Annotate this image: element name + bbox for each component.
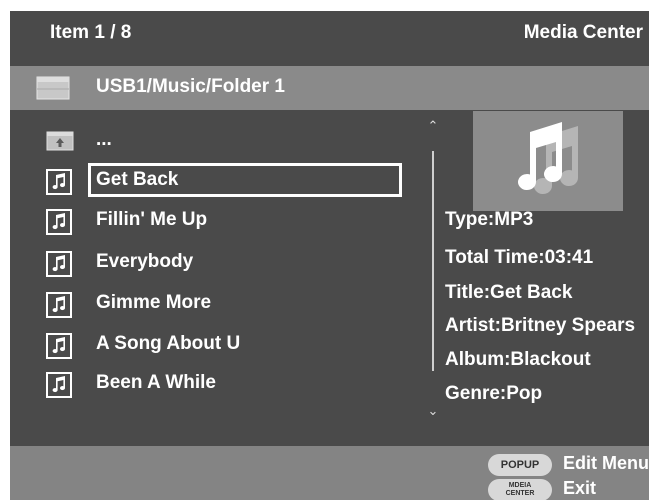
list-item-label: Gimme More (96, 292, 212, 313)
music-note-icon (46, 372, 72, 398)
album-art-placeholder (473, 111, 623, 211)
detail-total-time: Total Time:03:41 (445, 247, 594, 268)
list-item[interactable]: Fillin' Me Up (10, 201, 420, 241)
list-item-label: Fillin' Me Up (96, 209, 208, 230)
list-item-label: Everybody (96, 251, 194, 272)
app-title: Media Center (523, 22, 643, 43)
list-item-parent-folder[interactable]: ... (10, 121, 420, 161)
list-item[interactable]: Gimme More (10, 284, 420, 324)
detail-album: Album:Blackout (445, 349, 591, 370)
list-item[interactable]: Everybody (10, 243, 420, 283)
detail-type: Type:MP3 (445, 209, 534, 230)
list-item-label: ... (96, 129, 112, 150)
popup-key-button[interactable]: POPUP (488, 454, 552, 476)
item-counter: Item 1 / 8 (50, 22, 132, 43)
list-item-label: A Song About U (96, 333, 241, 354)
footer-bar: POPUP Edit Menu MDEIA CENTER Exit (10, 446, 649, 500)
detail-artist: Artist:Britney Spears (445, 315, 636, 336)
list-item[interactable]: Been A While (10, 364, 420, 404)
detail-genre: Genre:Pop (445, 383, 543, 404)
media-key-line1: MDEIA (508, 482, 532, 489)
music-note-icon (46, 251, 72, 277)
music-note-icon (46, 209, 72, 235)
file-list: ... Get Back Fillin' Me Up Everybody Gim… (10, 121, 420, 431)
path-bar: USB1/Music/Folder 1 (10, 66, 649, 110)
music-note-icon (46, 333, 72, 359)
scroll-up-icon[interactable]: ⌃ (427, 119, 439, 132)
list-item-label: Been A While (96, 372, 216, 393)
scroll-down-icon[interactable]: ⌄ (427, 404, 439, 417)
list-scrollbar[interactable]: ⌃ ⌄ (427, 119, 439, 419)
list-item-selected[interactable]: Get Back (10, 161, 420, 201)
list-item-label: Get Back (96, 169, 179, 190)
music-note-icon (46, 169, 72, 195)
folder-up-icon (46, 129, 74, 155)
header-bar: Item 1 / 8 Media Center (10, 11, 649, 59)
media-center-screen: Item 1 / 8 Media Center USB1/Music/Folde… (10, 11, 649, 500)
folder-icon (36, 76, 70, 105)
music-note-icon (46, 292, 72, 318)
music-notes-icon (518, 122, 579, 195)
scroll-track[interactable] (432, 151, 434, 371)
current-path: USB1/Music/Folder 1 (96, 76, 285, 97)
list-item[interactable]: A Song About U (10, 325, 420, 365)
media-center-key-button[interactable]: MDEIA CENTER (488, 479, 552, 500)
exit-hint: Exit (563, 478, 597, 498)
media-key-line2: CENTER (505, 490, 535, 497)
edit-menu-hint: Edit Menu (563, 453, 649, 473)
detail-title: Title:Get Back (445, 282, 573, 303)
